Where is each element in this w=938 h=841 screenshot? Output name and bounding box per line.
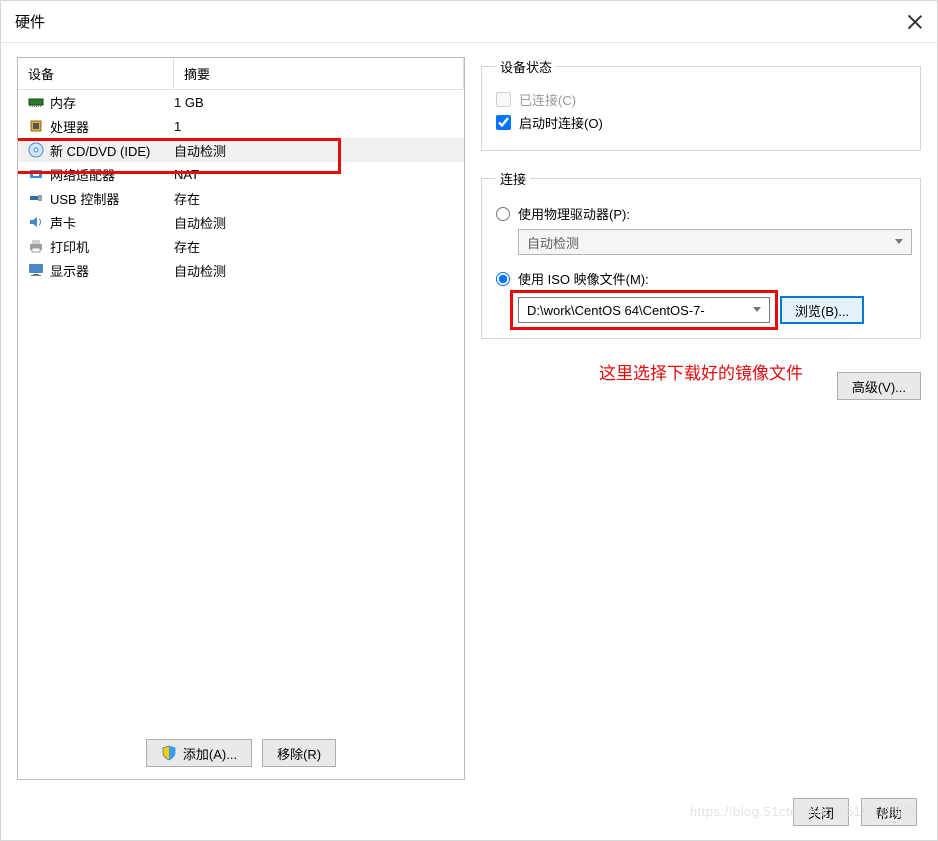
device-buttons: 添加(A)... 移除(R) <box>18 729 464 779</box>
right-actions: 高级(V)... <box>481 372 921 400</box>
cpu-icon <box>28 118 44 134</box>
device-row[interactable]: 打印机 存在 <box>18 234 464 258</box>
add-button-label: 添加(A)... <box>183 744 237 763</box>
chevron-down-icon[interactable] <box>753 307 761 312</box>
device-list[interactable]: 内存1 GB处理器1新 CD/DVD (IDE)自动检测网络适配器NATUSB … <box>18 90 464 729</box>
settings-panel: 设备状态 已连接(C) 启动时连接(O) 连接 使用物理驱动器(P): 自动检测 <box>481 57 921 780</box>
device-name: 显示器 <box>50 261 89 280</box>
connect-poweron-checkbox[interactable] <box>496 115 511 130</box>
advanced-button-label: 高级(V)... <box>852 377 906 396</box>
connected-label: 已连接(C) <box>519 90 576 109</box>
device-row[interactable]: 网络适配器 NAT <box>18 162 464 186</box>
close-icon[interactable] <box>907 14 923 30</box>
device-summary: NAT <box>174 167 199 182</box>
connection-group: 连接 使用物理驱动器(P): 自动检测 使用 ISO 映像文件(M): D: <box>481 169 921 339</box>
browse-button[interactable]: 浏览(B)... <box>780 296 864 324</box>
connected-checkbox <box>496 92 511 107</box>
remove-button-label: 移除(R) <box>277 744 321 763</box>
device-status-group: 设备状态 已连接(C) 启动时连接(O) <box>481 57 921 151</box>
iso-path-combo[interactable]: D:\work\CentOS 64\CentOS-7- <box>518 297 770 323</box>
hardware-dialog: 硬件 设备 摘要 内存1 GB处理器1新 CD/DVD (IDE)自动检测网络适… <box>0 0 938 841</box>
device-summary: 自动检测 <box>174 141 226 160</box>
remove-button[interactable]: 移除(R) <box>262 739 336 767</box>
device-name: 新 CD/DVD (IDE) <box>50 141 150 160</box>
device-summary: 存在 <box>174 189 200 208</box>
usb-icon <box>28 190 44 206</box>
device-list-header: 设备 摘要 <box>18 58 464 90</box>
device-summary: 存在 <box>174 237 200 256</box>
device-row[interactable]: 显示器 自动检测 <box>18 258 464 282</box>
device-panel: 设备 摘要 内存1 GB处理器1新 CD/DVD (IDE)自动检测网络适配器N… <box>17 57 465 780</box>
device-summary: 自动检测 <box>174 261 226 280</box>
dialog-body: 设备 摘要 内存1 GB处理器1新 CD/DVD (IDE)自动检测网络适配器N… <box>1 43 937 788</box>
device-row[interactable]: 处理器 1 <box>18 114 464 138</box>
physical-drive-radio[interactable] <box>496 207 510 221</box>
connect-poweron-option[interactable]: 启动时连接(O) <box>496 113 906 132</box>
connect-poweron-label: 启动时连接(O) <box>519 113 603 132</box>
title-bar: 硬件 <box>1 1 937 43</box>
device-name: USB 控制器 <box>50 189 119 208</box>
device-row[interactable]: 内存 1 GB <box>18 90 464 114</box>
close-button-label: 关闭 <box>808 803 834 822</box>
iso-file-option[interactable]: 使用 ISO 映像文件(M): <box>496 269 906 288</box>
device-row[interactable]: 声卡 自动检测 <box>18 210 464 234</box>
device-name: 打印机 <box>50 237 89 256</box>
chevron-down-icon <box>895 239 903 244</box>
device-row[interactable]: 新 CD/DVD (IDE) 自动检测 <box>18 138 464 162</box>
advanced-button[interactable]: 高级(V)... <box>837 372 921 400</box>
physical-drive-value: 自动检测 <box>527 233 579 252</box>
add-button[interactable]: 添加(A)... <box>146 739 252 767</box>
help-button-label: 帮助 <box>876 803 902 822</box>
iso-file-label: 使用 ISO 映像文件(M): <box>518 269 649 288</box>
browse-button-label: 浏览(B)... <box>795 301 849 320</box>
device-name: 声卡 <box>50 213 76 232</box>
connected-option: 已连接(C) <box>496 90 906 109</box>
col-summary[interactable]: 摘要 <box>174 58 464 89</box>
sound-icon <box>28 214 44 230</box>
network-icon <box>28 166 44 182</box>
window-title: 硬件 <box>15 11 907 32</box>
printer-icon <box>28 238 44 254</box>
device-row[interactable]: USB 控制器 存在 <box>18 186 464 210</box>
physical-drive-label: 使用物理驱动器(P): <box>518 204 630 223</box>
device-name: 内存 <box>50 93 76 112</box>
iso-path-value: D:\work\CentOS 64\CentOS-7- <box>527 303 705 318</box>
physical-drive-combo: 自动检测 <box>518 229 912 255</box>
physical-drive-option[interactable]: 使用物理驱动器(P): <box>496 204 906 223</box>
connection-legend: 连接 <box>496 169 530 188</box>
col-device[interactable]: 设备 <box>18 58 174 89</box>
device-summary: 1 <box>174 119 181 134</box>
device-summary: 1 GB <box>174 95 204 110</box>
iso-row: D:\work\CentOS 64\CentOS-7- 浏览(B)... <box>496 296 906 324</box>
help-button[interactable]: 帮助 <box>861 798 917 826</box>
shield-icon <box>161 745 177 761</box>
dialog-footer: 关闭 帮助 <box>1 788 937 840</box>
device-summary: 自动检测 <box>174 213 226 232</box>
close-button[interactable]: 关闭 <box>793 798 849 826</box>
device-name: 处理器 <box>50 117 89 136</box>
display-icon <box>28 262 44 278</box>
memory-icon <box>28 94 44 110</box>
device-name: 网络适配器 <box>50 165 115 184</box>
iso-file-radio[interactable] <box>496 272 510 286</box>
device-status-legend: 设备状态 <box>496 57 556 76</box>
disc-icon <box>28 142 44 158</box>
